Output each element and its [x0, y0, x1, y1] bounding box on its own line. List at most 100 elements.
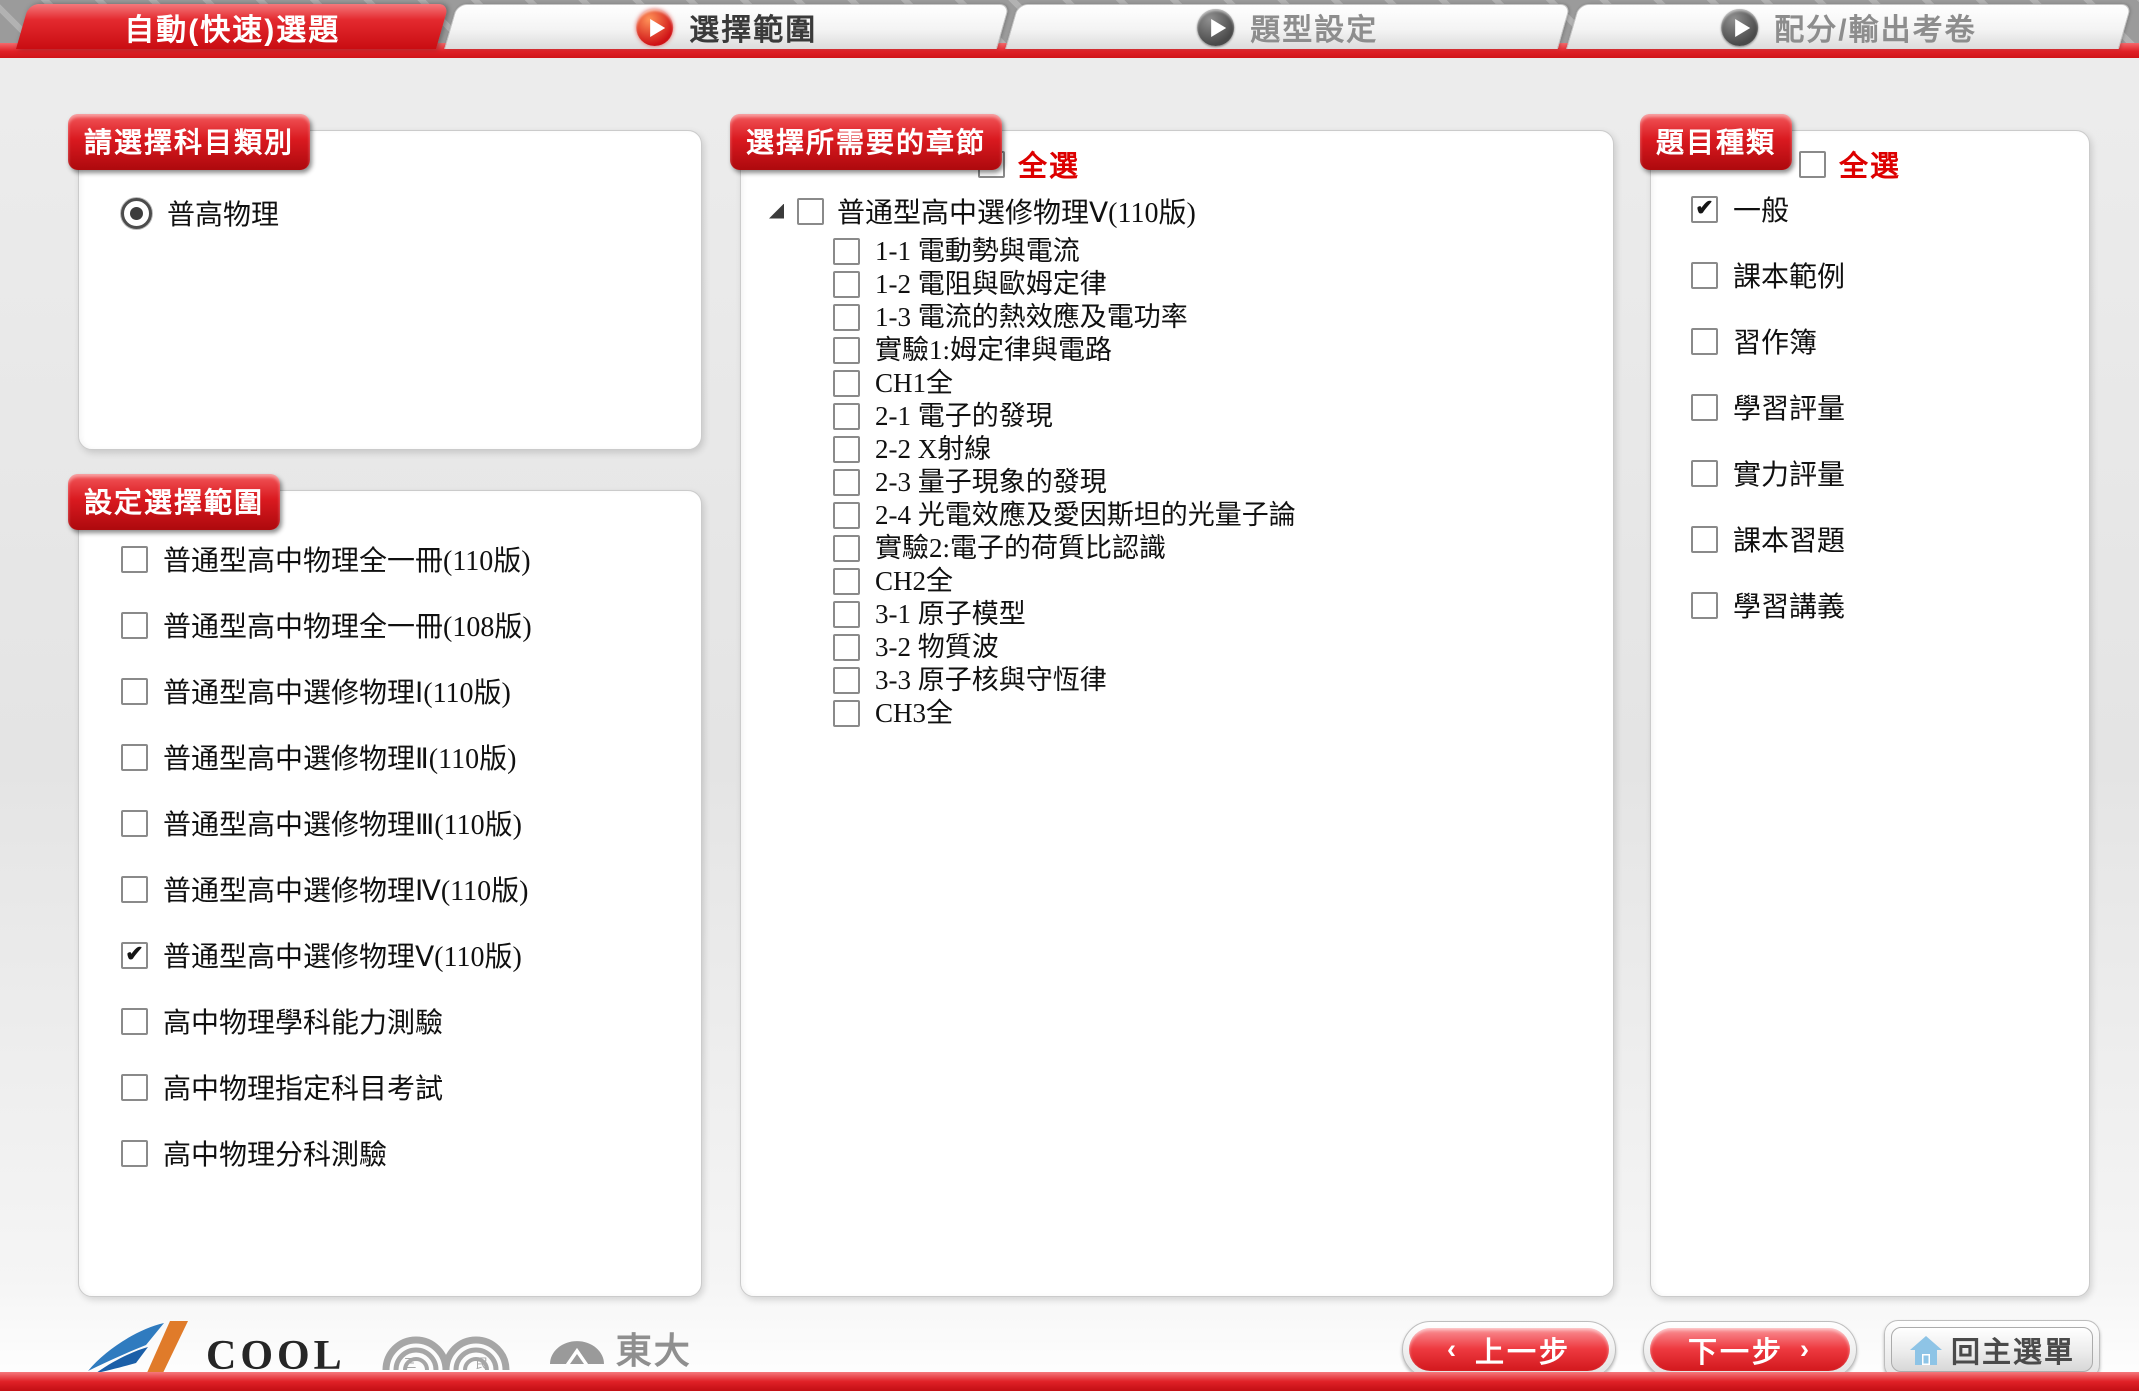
chapter-item-label: 3-1 原子模型 [875, 599, 1026, 629]
home-button[interactable]: 回主選單 [1891, 1327, 2093, 1372]
range-list: 普通型高中物理全一冊(110版) 普通型高中物理全一冊(108版) 普通型高中選… [79, 491, 701, 1173]
qtype-select-all[interactable]: 全選 [1799, 143, 1901, 185]
qtype-item-label: 課本習題 [1733, 519, 1845, 559]
checkbox[interactable] [833, 304, 860, 331]
chapter-tree-root[interactable]: 普通型高中選修物理Ⅴ(110版) [769, 191, 1593, 231]
next-button-frame: 下一步 › [1643, 1321, 1857, 1378]
checkbox[interactable] [121, 546, 148, 573]
dongda-logo-text: 東大 [616, 1322, 692, 1374]
chapter-tree-item[interactable]: 實驗2:電子的荷質比認識 [833, 533, 1593, 563]
chapter-item-label: 1-2 電阻與歐姆定律 [875, 269, 1107, 299]
checkbox[interactable] [833, 337, 860, 364]
panel-title-badge: 設定選擇範圍 [68, 474, 280, 530]
chapter-tree-item[interactable]: 3-1 原子模型 [833, 599, 1593, 629]
checkbox[interactable] [1691, 262, 1718, 289]
checkbox[interactable] [121, 744, 148, 771]
chapter-tree-item[interactable]: CH2全 [833, 566, 1593, 596]
prev-button-frame: ‹ 上一步 [1402, 1321, 1616, 1378]
subject-option-label: 普高物理 [167, 193, 279, 233]
checkbox[interactable] [1691, 592, 1718, 619]
range-list-item[interactable]: 高中物理分科測驗 [121, 1133, 681, 1173]
range-item-label: 普通型高中選修物理Ⅲ(110版) [163, 803, 522, 843]
cool-logo-text: COOL [206, 1335, 346, 1377]
checkbox[interactable] [121, 678, 148, 705]
chapter-tree-item[interactable]: 2-4 光電效應及愛因斯坦的光量子論 [833, 500, 1593, 530]
footer-nav-buttons: ‹ 上一步 下一步 › 回主選單 [1402, 1320, 2100, 1379]
chapter-item-label: 實驗1:姆定律與電路 [875, 335, 1112, 365]
sanmin-logo-icon: 三 民 [380, 1318, 512, 1372]
checkbox[interactable] [121, 810, 148, 837]
chapter-tree-item[interactable]: 3-3 原子核與守恆律 [833, 665, 1593, 695]
range-list-item[interactable]: 普通型高中選修物理Ⅰ(110版) [121, 671, 681, 711]
checkbox[interactable] [833, 238, 860, 265]
qtype-list-item[interactable]: 習作簿 [1691, 321, 2073, 361]
checkbox[interactable] [833, 436, 860, 463]
range-list-item[interactable]: 普通型高中物理全一冊(108版) [121, 605, 681, 645]
chapter-tree-item[interactable]: 2-2 X射線 [833, 434, 1593, 464]
checkbox[interactable] [121, 942, 148, 969]
checkbox[interactable] [1691, 196, 1718, 223]
tab-score-output[interactable]: 配分/輸出考卷 [1566, 4, 2132, 49]
chapter-tree-item[interactable]: 3-2 物質波 [833, 632, 1593, 662]
checkbox[interactable] [121, 1074, 148, 1101]
next-button-label: 下一步 [1688, 1329, 1784, 1371]
checkbox[interactable] [121, 1140, 148, 1167]
qtype-list-item[interactable]: 實力評量 [1691, 453, 2073, 493]
qtype-list-item[interactable]: 一般 [1691, 189, 2073, 229]
checkbox[interactable] [833, 700, 860, 727]
next-button[interactable]: 下一步 › [1650, 1328, 1850, 1371]
qtype-list-item[interactable]: 課本範例 [1691, 255, 2073, 295]
qtype-list-item[interactable]: 學習講義 [1691, 585, 2073, 625]
tab-auto-quick-select[interactable]: 自動(快速)選題 [16, 4, 449, 49]
tab-select-range[interactable]: 選擇範圍 [444, 4, 1010, 49]
select-all-checkbox[interactable] [1799, 151, 1826, 178]
range-list-item[interactable]: 高中物理指定科目考試 [121, 1067, 681, 1107]
chapter-tree-item[interactable]: 實驗1:姆定律與電路 [833, 335, 1593, 365]
select-all-label: 全選 [1839, 143, 1901, 185]
chapter-tree-item[interactable]: 2-3 量子現象的發現 [833, 467, 1593, 497]
qtype-list-item[interactable]: 課本習題 [1691, 519, 2073, 559]
tree-expander-icon[interactable] [769, 204, 784, 219]
checkbox[interactable] [1691, 394, 1718, 421]
chapter-item-label: CH1全 [875, 368, 953, 398]
checkbox[interactable] [833, 502, 860, 529]
range-list-item[interactable]: 普通型高中選修物理Ⅱ(110版) [121, 737, 681, 777]
checkbox[interactable] [121, 1008, 148, 1035]
checkbox[interactable] [1691, 460, 1718, 487]
range-list-item[interactable]: 普通型高中選修物理Ⅲ(110版) [121, 803, 681, 843]
range-list-item[interactable]: 高中物理學科能力測驗 [121, 1001, 681, 1041]
tab-question-type-settings[interactable]: 題型設定 [1005, 4, 1571, 49]
checkbox[interactable] [833, 403, 860, 430]
range-item-label: 高中物理學科能力測驗 [163, 1001, 443, 1041]
checkbox[interactable] [121, 612, 148, 639]
play-icon [1721, 9, 1758, 46]
checkbox[interactable] [833, 535, 860, 562]
qtype-list-item[interactable]: 學習評量 [1691, 387, 2073, 427]
checkbox[interactable] [833, 271, 860, 298]
radio-button[interactable] [121, 198, 152, 229]
checkbox[interactable] [833, 667, 860, 694]
chapter-tree-item[interactable]: 1-1 電動勢與電流 [833, 236, 1593, 266]
chapter-tree-item[interactable]: 2-1 電子的發現 [833, 401, 1593, 431]
checkbox[interactable] [833, 568, 860, 595]
checkbox[interactable] [1691, 328, 1718, 355]
checkbox[interactable] [833, 634, 860, 661]
range-list-item[interactable]: 普通型高中選修物理Ⅴ(110版) [121, 935, 681, 975]
qtype-item-label: 習作簿 [1733, 321, 1817, 361]
subject-option[interactable]: 普高物理 [121, 193, 671, 233]
checkbox[interactable] [797, 198, 824, 225]
qtype-item-label: 學習講義 [1733, 585, 1845, 625]
chapter-tree-item[interactable]: CH3全 [833, 698, 1593, 728]
range-list-item[interactable]: 普通型高中物理全一冊(110版) [121, 539, 681, 579]
prev-button[interactable]: ‹ 上一步 [1409, 1328, 1609, 1371]
checkbox[interactable] [1691, 526, 1718, 553]
checkbox[interactable] [833, 469, 860, 496]
range-list-item[interactable]: 普通型高中選修物理Ⅳ(110版) [121, 869, 681, 909]
checkbox[interactable] [833, 370, 860, 397]
chapter-tree-item[interactable]: 1-2 電阻與歐姆定律 [833, 269, 1593, 299]
tab-label: 配分/輸出考卷 [1774, 5, 1976, 49]
chapter-tree-item[interactable]: CH1全 [833, 368, 1593, 398]
chapter-tree-item[interactable]: 1-3 電流的熱效應及電功率 [833, 302, 1593, 332]
checkbox[interactable] [121, 876, 148, 903]
checkbox[interactable] [833, 601, 860, 628]
